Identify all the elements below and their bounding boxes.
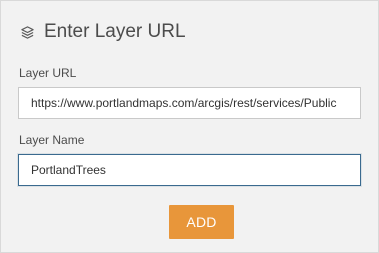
panel-header: Enter Layer URL: [18, 19, 186, 45]
add-button[interactable]: ADD: [169, 205, 234, 239]
layer-name-label: Layer Name: [19, 133, 85, 147]
layer-name-input[interactable]: [18, 154, 361, 186]
panel-title: Enter Layer URL: [44, 21, 186, 42]
layer-url-label: Layer URL: [19, 66, 77, 80]
add-layer-panel: Enter Layer URL Layer URL Layer Name ADD: [0, 0, 379, 253]
layer-url-input[interactable]: [18, 87, 361, 119]
layers-icon: [18, 23, 36, 41]
